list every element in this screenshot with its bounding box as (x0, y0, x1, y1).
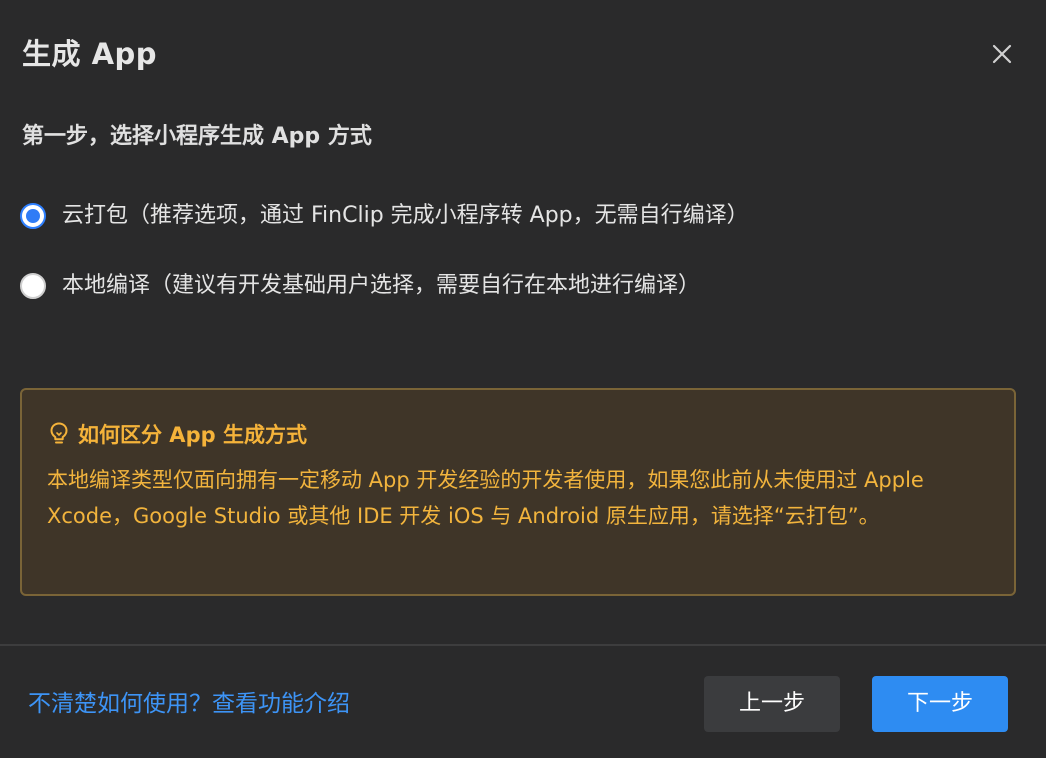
option-local-compile[interactable]: 本地编译（建议有开发基础用户选择，需要自行在本地进行编译） (20, 266, 700, 306)
next-step-button[interactable]: 下一步 (872, 676, 1008, 732)
option-cloud-package-label: 云打包（推荐选项，通过 FinClip 完成小程序转 App，无需自行编译） (62, 203, 749, 228)
tip-header: 如何区分 App 生成方式 (48, 420, 307, 450)
prev-step-button[interactable]: 上一步 (704, 676, 840, 732)
lightbulb-icon (48, 421, 70, 449)
close-icon[interactable] (986, 38, 1018, 70)
dialog-title: 生成 App (22, 37, 158, 71)
tip-title: 如何区分 App 生成方式 (78, 423, 307, 447)
radio-cloud-package[interactable] (20, 203, 46, 229)
footer-divider (0, 644, 1046, 646)
step-title: 第一步，选择小程序生成 App 方式 (22, 124, 372, 149)
help-link[interactable]: 不清楚如何使用？查看功能介绍 (28, 686, 350, 722)
tip-box: 如何区分 App 生成方式 本地编译类型仅面向拥有一定移动 App 开发经验的开… (20, 388, 1016, 596)
option-cloud-package[interactable]: 云打包（推荐选项，通过 FinClip 完成小程序转 App，无需自行编译） (20, 196, 749, 236)
radio-local-compile[interactable] (20, 273, 46, 299)
generate-app-dialog: 生成 App 第一步，选择小程序生成 App 方式 云打包（推荐选项，通过 Fi… (0, 0, 1046, 758)
option-local-compile-label: 本地编译（建议有开发基础用户选择，需要自行在本地进行编译） (62, 273, 701, 298)
tip-body: 本地编译类型仅面向拥有一定移动 App 开发经验的开发者使用，如果您此前从未使用… (47, 468, 924, 528)
